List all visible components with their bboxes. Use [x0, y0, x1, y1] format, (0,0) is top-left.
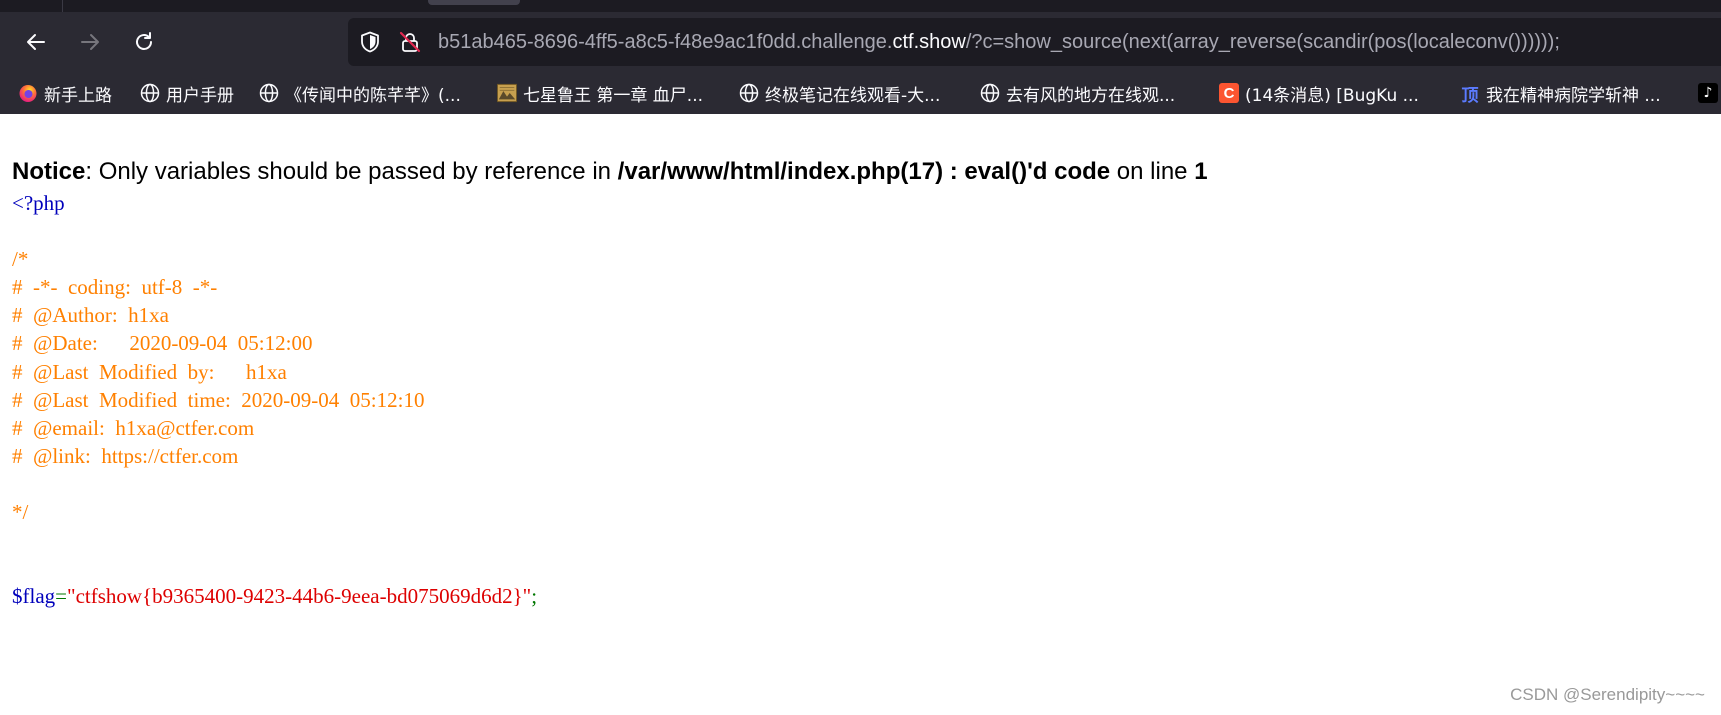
back-button[interactable] [16, 24, 56, 60]
insecure-lock-icon[interactable] [398, 30, 422, 54]
bookmark-item[interactable]: 顶 我在精神病院学斩神 ... [1460, 72, 1661, 114]
url-prefix: b51ab465-8696-4ff5-a8c5-f48e9ac1f0dd.cha… [438, 31, 893, 53]
reload-button[interactable] [124, 24, 164, 60]
comment-line: */ [12, 500, 29, 525]
bookmark-item[interactable]: 新手上路 [18, 72, 112, 114]
comment-line: /* [12, 247, 29, 272]
comment-line: # @email: h1xa@ctfer.com [12, 415, 255, 440]
bookmark-label: 终极笔记在线观看-大... [765, 85, 941, 106]
bookmark-item[interactable]: 《传闻中的陈芊芊》(... [259, 72, 461, 114]
bookmark-label: 七星鲁王 第一章 血尸... [523, 85, 704, 106]
url-bar[interactable]: b51ab465-8696-4ff5-a8c5-f48e9ac1f0dd.cha… [348, 18, 1721, 66]
comment-line: # -*- coding: utf-8 -*- [12, 275, 218, 300]
comment-line: # @Author: h1xa [12, 303, 169, 328]
reload-icon [136, 32, 152, 50]
globe-icon [739, 83, 759, 103]
bookmark-item[interactable]: ♪ [1698, 72, 1718, 114]
bookmark-label: (14条消息) [BugKu ... [1245, 85, 1419, 106]
bookmark-label: 新手上路 [44, 85, 112, 106]
notice-text: : Only variables should be passed by ref… [85, 158, 618, 185]
flag-variable: $flag [12, 584, 56, 609]
comment-line: # @Last Modified time: 2020-09-04 05:12:… [12, 387, 425, 412]
firefox-icon [18, 83, 38, 103]
bookmarks-toolbar: 新手上路 用户手册 《传闻中的陈芊芊》(... 七星鲁王 第一章 血尸... 终… [0, 72, 1721, 114]
image-icon [497, 83, 517, 103]
csdn-watermark: CSDN @Serendipity~~~~ [1510, 685, 1705, 704]
tab-strip [0, 0, 1721, 12]
bookmark-item[interactable]: 用户手册 [140, 72, 234, 114]
url-text[interactable]: b51ab465-8696-4ff5-a8c5-f48e9ac1f0dd.cha… [438, 18, 1560, 66]
bookmark-label: 我在精神病院学斩神 ... [1486, 85, 1661, 106]
csdn-icon: C [1219, 83, 1239, 103]
forward-button[interactable] [70, 24, 110, 60]
notice-text-line: on line [1110, 158, 1195, 185]
assign-operator: = [55, 584, 67, 609]
bookmark-item[interactable]: 去有风的地方在线观... [980, 72, 1175, 114]
bookmark-item[interactable]: C (14条消息) [BugKu ... [1219, 72, 1419, 114]
comment-line: # @Last Modified by: h1xa [12, 359, 287, 384]
comment-line: # @link: https://ctfer.com [12, 443, 239, 468]
php-notice: Notice: Only variables should be passed … [12, 158, 1208, 186]
notice-label: Notice [12, 158, 86, 185]
navigation-toolbar: b51ab465-8696-4ff5-a8c5-f48e9ac1f0dd.cha… [0, 12, 1721, 72]
php-open-tag: <?php [12, 191, 65, 215]
globe-icon [259, 83, 279, 103]
bookmark-label: 用户手册 [166, 85, 234, 106]
url-host: ctf.show [892, 31, 966, 53]
tracking-shield-icon[interactable] [358, 30, 382, 54]
notice-line-number: 1 [1194, 158, 1208, 185]
globe-icon [980, 83, 1000, 103]
tiktok-icon: ♪ [1698, 83, 1718, 103]
bookmark-item[interactable]: 终极笔记在线观看-大... [739, 72, 940, 114]
comment-line: # @Date: 2020-09-04 05:12:00 [12, 331, 313, 356]
statement-terminator: ; [531, 584, 538, 609]
tab-separator [62, 0, 63, 12]
flag-value: "ctfshow{b9365400-9423-44b6-9eea-bd07506… [67, 584, 532, 609]
bookmark-item[interactable]: 七星鲁王 第一章 血尸... [497, 72, 703, 114]
globe-icon [140, 83, 160, 103]
page-content: Notice: Only variables should be passed … [0, 114, 1721, 715]
arrow-left-icon [27, 34, 45, 50]
php-source-code: <?php /* # -*- coding: utf-8 -*- # @Auth… [12, 189, 537, 610]
bookmark-label: 《传闻中的陈芊芊》(... [285, 85, 461, 106]
ding-icon: 顶 [1461, 85, 1479, 106]
active-tab[interactable] [428, 0, 520, 5]
bookmark-label: 去有风的地方在线观... [1006, 85, 1176, 106]
notice-path: /var/www/html/index.php(17) : eval()'d c… [617, 158, 1111, 185]
url-suffix: /?c=show_source(next(array_reverse(scand… [965, 31, 1560, 53]
arrow-right-icon [81, 34, 99, 50]
